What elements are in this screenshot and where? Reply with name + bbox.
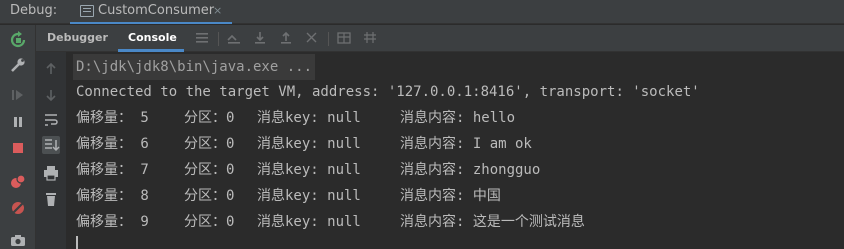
print-icon[interactable] (42, 164, 60, 182)
step-over-icon[interactable] (252, 30, 268, 46)
debug-label: Debug: (10, 3, 58, 18)
show-execution-point-icon[interactable] (226, 30, 242, 46)
rerun-icon[interactable] (9, 31, 27, 49)
console-output[interactable]: D:\jdk\jdk8\bin\java.exe ... Connected t… (66, 52, 844, 249)
stop-icon[interactable] (9, 139, 27, 157)
partition-field: 分区：0 (184, 136, 235, 152)
text-caret (76, 236, 78, 249)
console-log-row: 偏移量： 5 分区：0 消息key: null 消息内容: hello (76, 105, 836, 131)
console-gutter-toolbar (36, 52, 66, 249)
tab-console[interactable]: Console (128, 31, 177, 44)
key-field: 消息key: null (257, 110, 361, 126)
key-field: 消息key: null (257, 162, 361, 178)
settings-wrench-icon[interactable] (9, 56, 27, 74)
resume-icon[interactable] (9, 86, 27, 104)
content-field: 消息内容: hello (400, 110, 516, 126)
debug-sub-tabs: Debugger Console (36, 25, 844, 52)
console-connected-line: Connected to the target VM, address: '12… (76, 84, 700, 100)
tab-debugger[interactable]: Debugger (47, 31, 108, 44)
toolbar-separator (328, 32, 329, 46)
view-breakpoints-icon[interactable] (9, 173, 27, 191)
content-field: 消息内容: I am ok (400, 136, 532, 152)
partition-field: 分区：0 (184, 214, 235, 230)
console-log-row: 偏移量： 7 分区：0 消息key: null 消息内容: zhongguo (76, 157, 836, 183)
soft-wrap-icon[interactable] (42, 111, 60, 129)
key-field: 消息key: null (257, 188, 361, 204)
step-out-icon[interactable] (304, 30, 320, 46)
console-log-row: 偏移量： 9 分区：0 消息key: null 消息内容: 这是一个测试消息 (76, 209, 836, 235)
console-log-row: 偏移量： 6 分区：0 消息key: null 消息内容: I am ok (76, 131, 836, 157)
scroll-to-end-icon[interactable] (42, 136, 60, 154)
offset-field: 偏移量： 7 (76, 162, 149, 178)
offset-field: 偏移量： 6 (76, 136, 149, 152)
content-field: 消息内容: 这是一个测试消息 (400, 214, 585, 230)
console-log-row: 偏移量： 8 分区：0 消息key: null 消息内容: 中国 (76, 183, 836, 209)
pause-icon[interactable] (9, 113, 27, 131)
run-configuration-tab[interactable]: CustomConsumer × (70, 0, 232, 24)
offset-field: 偏移量： 9 (76, 214, 149, 230)
run-config-icon (80, 5, 94, 17)
clear-all-icon[interactable] (42, 190, 60, 208)
content-field: 消息内容: zhongguo (400, 162, 541, 178)
step-into-icon[interactable] (278, 30, 294, 46)
camera-icon[interactable] (9, 231, 27, 249)
scroll-up-icon[interactable] (42, 60, 60, 78)
hamburger-menu-icon[interactable] (194, 30, 210, 46)
close-icon[interactable]: × (213, 4, 222, 17)
console-command-line[interactable]: D:\jdk\jdk8\bin\java.exe ... (73, 54, 316, 80)
scroll-down-icon[interactable] (42, 86, 60, 104)
partition-field: 分区：0 (184, 110, 235, 126)
run-tab-label: CustomConsumer (98, 3, 215, 18)
evaluate-table-icon[interactable] (336, 30, 352, 46)
partition-field: 分区：0 (184, 188, 235, 204)
offset-field: 偏移量： 5 (76, 110, 149, 126)
content-field: 消息内容: 中国 (400, 188, 501, 204)
key-field: 消息key: null (257, 136, 361, 152)
mute-breakpoints-icon[interactable] (9, 199, 27, 217)
trace-grid-icon[interactable] (362, 30, 378, 46)
partition-field: 分区：0 (184, 162, 235, 178)
offset-field: 偏移量： 8 (76, 188, 149, 204)
toolbar-separator (218, 32, 219, 46)
key-field: 消息key: null (257, 214, 361, 230)
debug-tool-window-header: Debug: CustomConsumer × (0, 0, 844, 24)
debug-left-toolbar (0, 25, 36, 249)
